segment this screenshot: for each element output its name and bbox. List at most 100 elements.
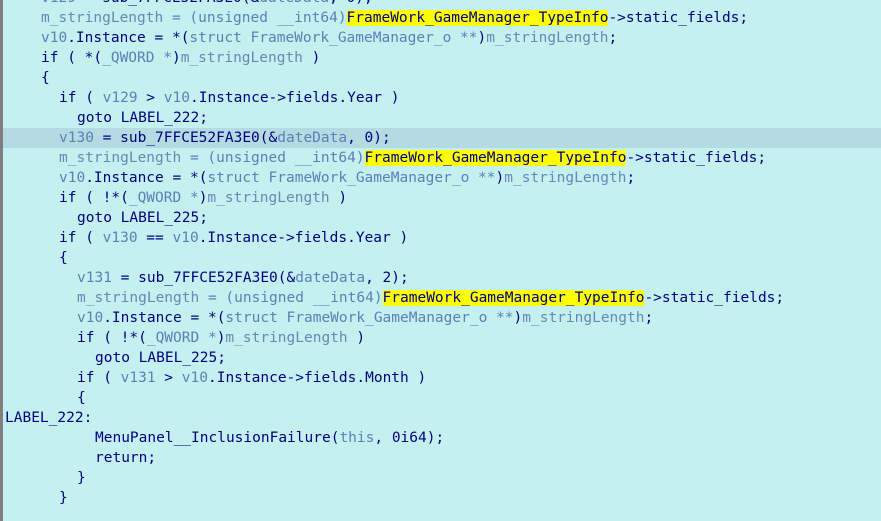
code-token[interactable]: m_stringLength — [207, 190, 329, 206]
code-token[interactable]: this — [339, 430, 374, 446]
code-token[interactable]: _QWORD * — [102, 50, 172, 66]
highlighted-identifier[interactable]: FrameWork_GameManager_TypeInfo — [364, 150, 627, 166]
code-token[interactable]: v10 — [59, 170, 85, 186]
code-line[interactable]: LABEL_222: — [3, 408, 881, 428]
code-token[interactable]: { — [77, 390, 86, 406]
code-token[interactable]: ; — [608, 30, 617, 46]
code-token[interactable]: > — [156, 370, 182, 386]
code-line[interactable]: } — [3, 488, 881, 508]
code-token[interactable]: .Instance->fields.Year ) — [199, 230, 409, 246]
code-token[interactable]: m_stringLength — [181, 50, 303, 66]
code-token[interactable]: ; — [644, 310, 653, 326]
code-token[interactable]: MenuPanel__InclusionFailure( — [95, 430, 339, 446]
code-token[interactable]: ->static_fields; — [608, 10, 748, 26]
code-token[interactable]: m_stringLength — [522, 310, 644, 326]
code-line[interactable]: m_stringLength = (unsigned __int64)Frame… — [3, 8, 881, 28]
code-token[interactable]: = (unsigned __int64) — [181, 150, 365, 166]
code-token[interactable]: m_stringLength — [41, 10, 163, 26]
code-token[interactable]: ->static_fields; — [626, 150, 766, 166]
code-token[interactable]: } — [77, 470, 86, 486]
code-token[interactable]: } — [59, 490, 68, 506]
code-token[interactable]: v10 — [182, 370, 208, 386]
code-token[interactable]: if ( — [59, 90, 103, 106]
code-line[interactable]: if ( v130 == v10.Instance->fields.Year ) — [3, 228, 881, 248]
code-token[interactable]: v130 — [59, 130, 94, 146]
code-token[interactable]: v131 — [121, 370, 156, 386]
code-token[interactable]: ) — [330, 190, 347, 206]
code-token[interactable]: { — [41, 70, 50, 86]
code-token[interactable]: _QWORD * — [147, 330, 217, 346]
code-token[interactable]: ) — [303, 50, 321, 66]
code-line[interactable]: if ( !*(_QWORD *)m_stringLength ) — [3, 188, 881, 208]
code-token[interactable]: .Instance = *( — [103, 310, 225, 326]
pseudocode-editor[interactable]: v129 = sub_7FFCE52FA3E0(&dateData, 0);m_… — [0, 0, 881, 521]
code-token[interactable]: goto LABEL_225; — [95, 350, 226, 366]
code-token[interactable]: ) — [348, 330, 365, 346]
code-line[interactable]: v130 = sub_7FFCE52FA3E0(&dateData, 0); — [3, 128, 881, 148]
code-token[interactable]: = (unsigned __int64) — [163, 10, 347, 26]
code-line[interactable]: v131 = sub_7FFCE52FA3E0(&dateData, 2); — [3, 268, 881, 288]
code-token[interactable]: = (unsigned __int64) — [199, 290, 383, 306]
code-token[interactable]: m_stringLength — [504, 170, 626, 186]
code-line[interactable]: v10.Instance = *(struct FrameWork_GameMa… — [3, 168, 881, 188]
code-line[interactable]: MenuPanel__InclusionFailure(this, 0i64); — [3, 428, 881, 448]
code-line[interactable]: goto LABEL_225; — [3, 208, 881, 228]
code-token[interactable]: == — [138, 230, 173, 246]
code-token[interactable]: v10 — [41, 30, 67, 46]
code-token[interactable]: ) — [514, 310, 523, 326]
code-line[interactable]: goto LABEL_222; — [3, 108, 881, 128]
code-token[interactable]: { — [59, 250, 68, 266]
code-token[interactable]: ) — [478, 30, 487, 46]
code-token[interactable]: .Instance->fields.Month ) — [208, 370, 426, 386]
code-line[interactable]: return; — [3, 448, 881, 468]
code-line[interactable]: v10.Instance = *(struct FrameWork_GameMa… — [3, 308, 881, 328]
code-token[interactable]: , 0); — [347, 130, 391, 146]
code-line[interactable]: } — [3, 468, 881, 488]
code-token[interactable]: m_stringLength — [225, 330, 347, 346]
code-token[interactable]: struct FrameWork_GameManager_o ** — [189, 30, 477, 46]
code-token[interactable]: = sub_7FFCE52FA3E0(& — [112, 270, 296, 286]
code-line[interactable]: { — [3, 68, 881, 88]
code-line[interactable]: if ( *(_QWORD *)m_stringLength ) — [3, 48, 881, 68]
code-line[interactable]: v10.Instance = *(struct FrameWork_GameMa… — [3, 28, 881, 48]
code-token[interactable]: _QWORD * — [129, 190, 199, 206]
code-line[interactable]: if ( v129 > v10.Instance->fields.Year ) — [3, 88, 881, 108]
code-token[interactable]: v129 — [103, 90, 138, 106]
code-token[interactable]: if ( — [59, 230, 103, 246]
code-token[interactable]: ) — [496, 170, 505, 186]
code-line[interactable]: m_stringLength = (unsigned __int64)Frame… — [3, 288, 881, 308]
code-line[interactable]: if ( !*(_QWORD *)m_stringLength ) — [3, 328, 881, 348]
code-token[interactable]: .Instance->fields.Year ) — [190, 90, 400, 106]
code-token[interactable]: , 2); — [365, 270, 409, 286]
highlighted-identifier[interactable]: FrameWork_GameManager_TypeInfo — [382, 290, 645, 306]
code-token[interactable]: goto LABEL_222; — [77, 110, 208, 126]
code-token[interactable]: = sub_7FFCE52FA3E0(& — [76, 0, 260, 6]
code-token[interactable]: if ( *( — [41, 50, 102, 66]
code-token[interactable]: > — [138, 90, 164, 106]
code-token[interactable]: , 0); — [329, 0, 373, 6]
code-line[interactable]: m_stringLength = (unsigned __int64)Frame… — [3, 148, 881, 168]
code-token[interactable]: v10 — [173, 230, 199, 246]
code-token[interactable]: if ( — [77, 370, 121, 386]
code-token[interactable]: dateData — [295, 270, 365, 286]
code-token[interactable]: .Instance = *( — [85, 170, 207, 186]
code-token[interactable]: return; — [95, 450, 156, 466]
code-token[interactable]: if ( !*( — [77, 330, 147, 346]
code-token[interactable]: m_stringLength — [486, 30, 608, 46]
code-token[interactable]: ; — [626, 170, 635, 186]
code-token[interactable]: v129 — [41, 0, 76, 6]
code-token[interactable]: v10 — [164, 90, 190, 106]
code-area[interactable]: v129 = sub_7FFCE52FA3E0(&dateData, 0);m_… — [3, 0, 881, 521]
code-line[interactable]: goto LABEL_225; — [3, 348, 881, 368]
code-token[interactable]: dateData — [259, 0, 329, 6]
code-token[interactable]: v10 — [77, 310, 103, 326]
code-token[interactable]: dateData — [277, 130, 347, 146]
code-token[interactable]: , 0i64); — [374, 430, 444, 446]
code-token[interactable]: v130 — [103, 230, 138, 246]
code-line[interactable]: if ( v131 > v10.Instance->fields.Month ) — [3, 368, 881, 388]
code-token[interactable]: ) — [172, 50, 181, 66]
code-line[interactable]: { — [3, 388, 881, 408]
code-token[interactable]: v131 — [77, 270, 112, 286]
code-line[interactable]: { — [3, 248, 881, 268]
code-token[interactable]: ->static_fields; — [644, 290, 784, 306]
